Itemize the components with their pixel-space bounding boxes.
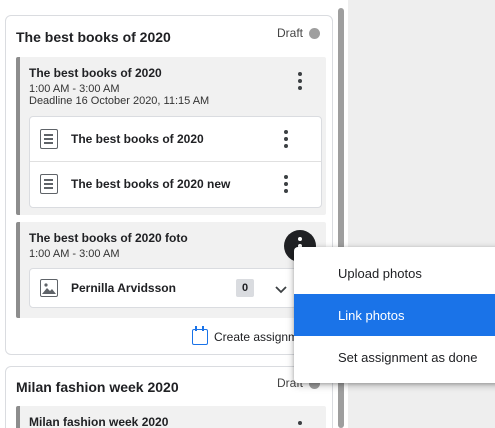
assignment-section: The best books of 2020 1:00 AM - 3:00 AM… xyxy=(16,57,326,215)
file-name: The best books of 2020 new xyxy=(71,177,231,191)
section-time: 1:00 AM - 3:00 AM xyxy=(29,83,120,95)
assignment-section: Milan fashion week 2020 xyxy=(16,406,326,428)
file-more-button[interactable] xyxy=(272,125,300,153)
section-more-button[interactable] xyxy=(286,416,314,428)
context-menu: Upload photos Link photos Set assignment… xyxy=(294,247,495,383)
event-card: The best books of 2020 Draft The best bo… xyxy=(5,15,333,355)
status-label: Draft xyxy=(276,26,303,40)
section-title: The best books of 2020 foto xyxy=(29,231,188,245)
more-vert-icon xyxy=(284,175,288,193)
file-row[interactable]: The best books of 2020 xyxy=(30,117,321,162)
menu-item-link-photos[interactable]: Link photos xyxy=(294,294,495,336)
more-vert-icon xyxy=(284,130,288,148)
file-more-button[interactable] xyxy=(272,170,300,198)
chevron-down-icon[interactable] xyxy=(273,281,289,297)
card-title: The best books of 2020 xyxy=(16,29,171,45)
student-row[interactable]: Pernilla Arvidsson 0 xyxy=(29,268,297,308)
document-icon xyxy=(40,174,58,194)
more-vert-icon xyxy=(298,72,302,90)
card-title: Milan fashion week 2020 xyxy=(16,379,179,395)
image-icon xyxy=(40,279,58,297)
student-name: Pernilla Arvidsson xyxy=(71,281,176,295)
assignment-section: The best books of 2020 foto 1:00 AM - 3:… xyxy=(16,222,326,318)
status-badge: Draft xyxy=(277,26,320,40)
file-row[interactable]: The best books of 2020 new xyxy=(30,162,321,207)
section-title: Milan fashion week 2020 xyxy=(29,415,169,428)
more-vert-icon xyxy=(298,421,302,428)
section-title: The best books of 2020 xyxy=(29,66,162,80)
menu-item-upload-photos[interactable]: Upload photos xyxy=(294,252,495,294)
section-deadline: Deadline 16 October 2020, 11:15 AM xyxy=(29,95,210,107)
calendar-add-icon xyxy=(192,326,208,345)
file-list: The best books of 2020 The best books of… xyxy=(29,116,322,208)
event-card: Milan fashion week 2020 Draft Milan fash… xyxy=(5,366,333,428)
menu-item-set-assignment-done[interactable]: Set assignment as done xyxy=(294,336,495,378)
document-icon xyxy=(40,129,58,149)
status-dot-icon xyxy=(309,27,320,39)
file-name: The best books of 2020 xyxy=(71,132,204,146)
create-assignment-label: Create assignm xyxy=(214,330,299,344)
section-time: 1:00 AM - 3:00 AM xyxy=(29,248,120,260)
section-more-button[interactable] xyxy=(286,67,314,95)
create-assignment-button[interactable]: Create assignm xyxy=(192,326,299,345)
count-badge: 0 xyxy=(236,279,254,297)
